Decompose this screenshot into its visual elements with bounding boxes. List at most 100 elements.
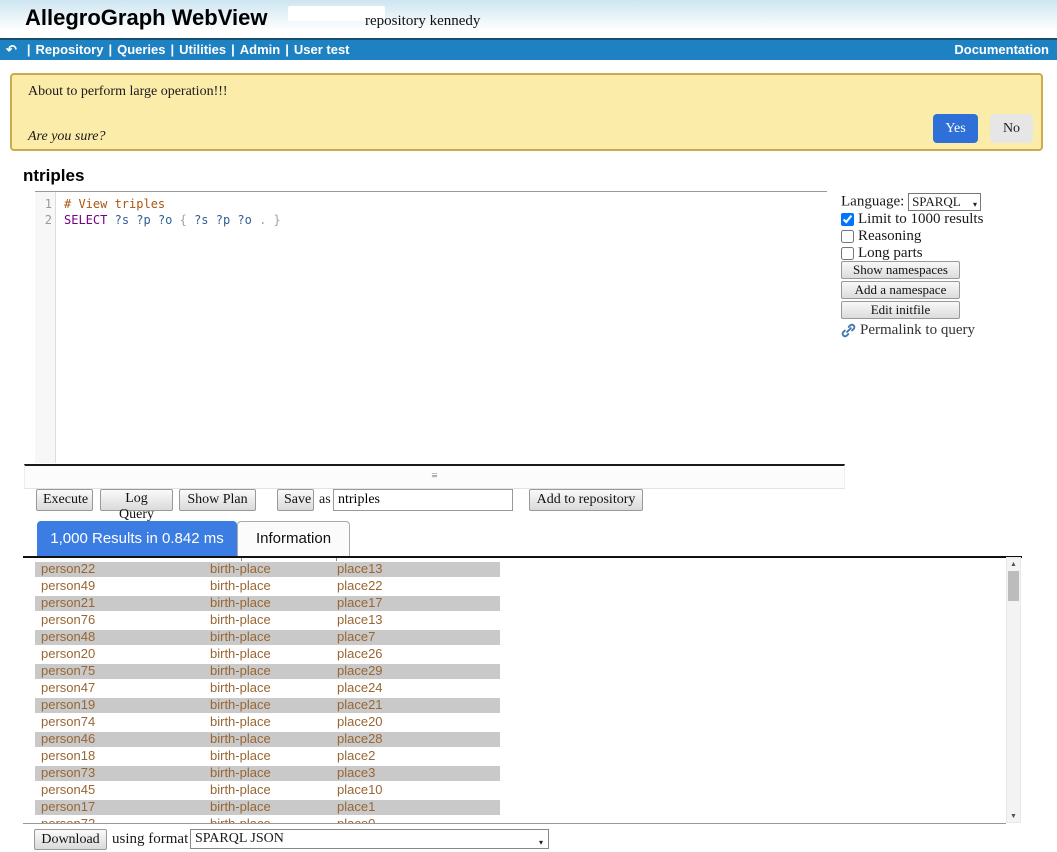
show-namespaces-button[interactable]: Show namespaces	[841, 261, 960, 279]
table-row[interactable]: person49birth-placeplace22	[35, 578, 500, 595]
cell-predicate: birth-place	[204, 561, 331, 578]
link-icon	[841, 323, 856, 338]
scrollbar-thumb[interactable]	[1008, 571, 1019, 601]
scroll-down-icon[interactable]: ▼	[1007, 812, 1020, 820]
add-a-namespace-button[interactable]: Add a namespace	[841, 281, 960, 299]
cell-object: place7	[331, 629, 500, 646]
cell-subject: person47	[35, 680, 204, 697]
nav-item-admin[interactable]: Admin	[240, 40, 280, 60]
table-row[interactable]: person76birth-placeplace13	[35, 612, 500, 629]
log-query-button[interactable]: Log Query	[100, 489, 173, 511]
reasoning-checkbox[interactable]	[841, 230, 854, 243]
language-select[interactable]: SPARQL ▾	[908, 193, 981, 211]
back-arrow-icon[interactable]: ↶	[6, 40, 17, 60]
save-name-input[interactable]	[333, 489, 513, 511]
query-editor[interactable]: 1# View triples2SELECT ?s ?p ?o { ?s ?p …	[35, 191, 827, 463]
table-row[interactable]: person72birth-placeplace0	[35, 816, 500, 824]
editor-gutter	[35, 192, 56, 463]
nav-item-user-test[interactable]: User test	[294, 40, 350, 60]
cell-subject: person48	[35, 629, 204, 646]
tab-information[interactable]: Information	[237, 521, 350, 556]
cell-object: place1	[331, 799, 500, 816]
cell-object: place13	[331, 561, 500, 578]
permalink-to-query-link[interactable]: Permalink to query	[841, 322, 975, 339]
long-parts-checkbox[interactable]	[841, 247, 854, 260]
limit-to-1000-results-checkbox[interactable]	[841, 213, 854, 226]
repository-label: repository kennedy	[365, 13, 480, 30]
add-to-repository-button[interactable]: Add to repository	[529, 489, 643, 511]
cell-subject: person73	[35, 765, 204, 782]
table-row[interactable]: person22birth-placeplace13	[35, 561, 500, 578]
table-row[interactable]: person19birth-placeplace21	[35, 697, 500, 714]
cell-predicate: birth-place	[204, 646, 331, 663]
yes-button[interactable]: Yes	[933, 114, 978, 143]
edit-initfile-button[interactable]: Edit initfile	[841, 301, 960, 319]
table-row[interactable]: person48birth-placeplace7	[35, 629, 500, 646]
nav-separator: |	[171, 40, 175, 60]
cell-object: place17	[331, 595, 500, 612]
language-row: Language: SPARQL ▾	[841, 193, 981, 211]
cell-object: place21	[331, 697, 500, 714]
cell-subject: person46	[35, 731, 204, 748]
table-row[interactable]: person75birth-placeplace29	[35, 663, 500, 680]
options-checkbox-group: Limit to 1000 resultsReasoningLong parts	[841, 211, 983, 262]
cell-predicate: birth-place	[204, 714, 331, 731]
cell-predicate: birth-place	[204, 748, 331, 765]
cell-subject: person17	[35, 799, 204, 816]
cell-predicate: birth-place	[204, 765, 331, 782]
cell-subject: person76	[35, 612, 204, 629]
table-row[interactable]: person47birth-placeplace24	[35, 680, 500, 697]
code-text: # View triples	[56, 196, 165, 212]
scroll-up-icon[interactable]: ▲	[1007, 560, 1020, 568]
chevron-down-icon: ▾	[539, 834, 543, 852]
cell-subject: person72	[35, 816, 204, 824]
cell-predicate: birth-place	[204, 629, 331, 646]
nav-separator: |	[27, 40, 31, 60]
token-variable: ?s ?p ?o	[115, 213, 173, 227]
cell-object: place26	[331, 646, 500, 663]
download-button[interactable]: Download	[34, 829, 107, 850]
alert-message: About to perform large operation!!!	[28, 84, 228, 100]
nav-item-repository[interactable]: Repository	[36, 40, 104, 60]
table-row[interactable]: person74birth-placeplace20	[35, 714, 500, 731]
results-scrollbar[interactable]: ▲ ▼	[1006, 557, 1021, 823]
confirmation-alert: About to perform large operation!!! Are …	[10, 73, 1043, 151]
cell-predicate: birth-place	[204, 612, 331, 629]
table-row[interactable]: person45birth-placeplace10	[35, 782, 500, 799]
main-navbar: ↶ |Repository|Queries|Utilities|Admin|Us…	[0, 38, 1057, 60]
table-row[interactable]: person46birth-placeplace28	[35, 731, 500, 748]
show-plan-button[interactable]: Show Plan	[179, 489, 256, 511]
table-row[interactable]: person21birth-placeplace17	[35, 595, 500, 612]
cell-object: place28	[331, 731, 500, 748]
cell-object: place29	[331, 663, 500, 680]
table-row[interactable]: person20birth-placeplace26	[35, 646, 500, 663]
checkbox-row: Long parts	[841, 245, 983, 262]
editor-code-area[interactable]: 1# View triples2SELECT ?s ?p ?o { ?s ?p …	[35, 196, 827, 228]
download-format-select[interactable]: SPARQL JSON ▾	[190, 829, 549, 849]
editor-line: 1# View triples	[35, 196, 827, 212]
token-comment: # View triples	[64, 197, 165, 211]
language-value: SPARQL	[912, 194, 961, 209]
checkbox-label: Long parts	[858, 245, 923, 262]
nav-left-group: ↶ |Repository|Queries|Utilities|Admin|Us…	[6, 40, 350, 60]
token-punct: {	[172, 213, 194, 227]
results-table: person22birth-placeplace13person49birth-…	[35, 561, 500, 824]
cell-predicate: birth-place	[204, 697, 331, 714]
table-row[interactable]: person18birth-placeplace2	[35, 748, 500, 765]
cell-subject: person20	[35, 646, 204, 663]
table-row[interactable]: person17birth-placeplace1	[35, 799, 500, 816]
nav-item-queries[interactable]: Queries	[117, 40, 165, 60]
tab-results[interactable]: 1,000 Results in 0.842 ms	[37, 521, 237, 556]
cell-object: place22	[331, 578, 500, 595]
nav-link-documentation[interactable]: Documentation	[954, 40, 1049, 60]
cell-predicate: birth-place	[204, 731, 331, 748]
execute-button[interactable]: Execute	[36, 489, 93, 511]
table-row[interactable]: person73birth-placeplace3	[35, 765, 500, 782]
language-label: Language:	[841, 193, 904, 209]
save-button[interactable]: Save	[277, 489, 314, 511]
no-button[interactable]: No	[990, 114, 1033, 143]
nav-item-utilities[interactable]: Utilities	[179, 40, 226, 60]
cell-subject: person19	[35, 697, 204, 714]
editor-resize-handle[interactable]: ≡	[24, 464, 845, 489]
token-punct: . }	[252, 213, 281, 227]
